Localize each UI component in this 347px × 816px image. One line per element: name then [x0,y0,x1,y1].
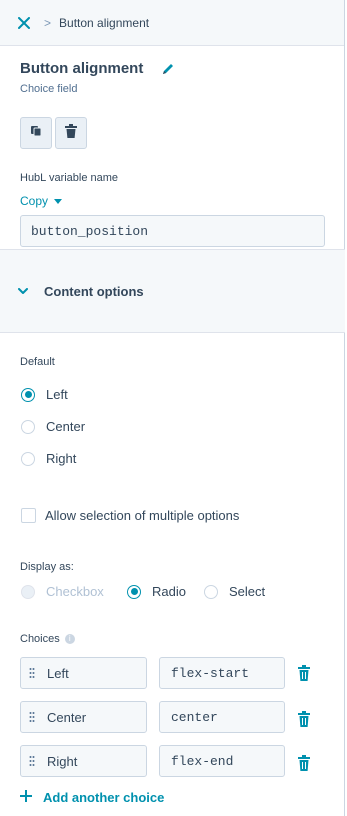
checkbox-label: Allow selection of multiple options [45,508,240,523]
field-header: Button alignment Choice field HubL varia… [0,46,344,249]
radio-label: Select [229,584,266,599]
allow-multiple-checkbox[interactable]: Allow selection of multiple options [21,508,239,523]
close-icon[interactable] [16,15,32,31]
default-radio-left[interactable]: Left [21,387,68,402]
duplicate-button[interactable] [20,117,52,149]
add-choice-button[interactable]: Add another choice [20,790,164,805]
display-radio-select[interactable]: Select [204,584,265,599]
radio-indicator [127,584,141,599]
pencil-icon[interactable] [161,62,175,76]
plus-icon [20,790,32,805]
choices-label: Choices [20,633,60,645]
content-options-toggle[interactable]: Content options [0,249,345,333]
copy-dropdown[interactable]: Copy [20,194,344,208]
choice-value-input[interactable]: flex-end [159,745,285,777]
field-title: Button alignment [20,60,144,77]
display-radio-checkbox: Checkbox [21,584,104,599]
copy-label: Copy [20,194,49,208]
choice-value-input[interactable]: center [159,701,285,733]
trash-icon[interactable] [297,665,311,681]
radio-label: Radio [152,584,186,599]
trash-icon[interactable] [297,711,311,727]
choice-label-text: Right [47,753,78,769]
radio-label: Center [46,419,86,434]
display-as-label: Display as: [20,561,74,573]
breadcrumb-current: Button alignment [59,15,150,30]
radio-indicator [21,387,35,402]
choices-label-row: Choices i [20,633,75,645]
drag-handle-icon[interactable] [29,711,35,723]
radio-indicator [21,419,35,434]
choice-label-text: Left [47,665,69,681]
radio-indicator [21,584,35,599]
drag-handle-icon[interactable] [29,667,35,679]
trash-icon[interactable] [297,755,311,771]
delete-field-button[interactable] [55,117,87,149]
choice-label-input[interactable]: Left [20,657,147,689]
checkbox-indicator [21,508,36,523]
hubl-variable-label: HubL variable name [20,172,119,184]
default-radio-center[interactable]: Center [21,419,85,434]
hubl-variable-input[interactable]: button_position [20,215,325,247]
add-choice-label: Add another choice [43,790,165,805]
field-subtitle: Choice field [20,83,78,95]
breadcrumb: > Button alignment [0,0,344,46]
default-label: Default [20,356,55,368]
choice-label-input[interactable]: Right [20,745,147,777]
chevron-down-icon [18,286,28,296]
radio-label: Left [46,387,68,402]
display-radio-radio[interactable]: Radio [127,584,186,599]
chevron-down-icon [54,198,63,204]
trash-icon [65,123,77,143]
choice-label-input[interactable]: Center [20,701,147,733]
radio-label: Checkbox [46,584,104,599]
choice-label-text: Center [47,709,87,725]
copy-icon [30,124,42,142]
breadcrumb-separator: > [44,15,52,30]
info-icon[interactable]: i [64,634,75,645]
drag-handle-icon[interactable] [29,755,35,767]
radio-label: Right [46,451,77,466]
radio-indicator [21,451,35,466]
radio-indicator [204,584,218,599]
field-editor-panel: > Button alignment Button alignment Choi… [0,0,345,816]
default-radio-right[interactable]: Right [21,451,76,466]
choice-value-input[interactable]: flex-start [159,657,285,689]
section-label: Content options [44,283,144,299]
